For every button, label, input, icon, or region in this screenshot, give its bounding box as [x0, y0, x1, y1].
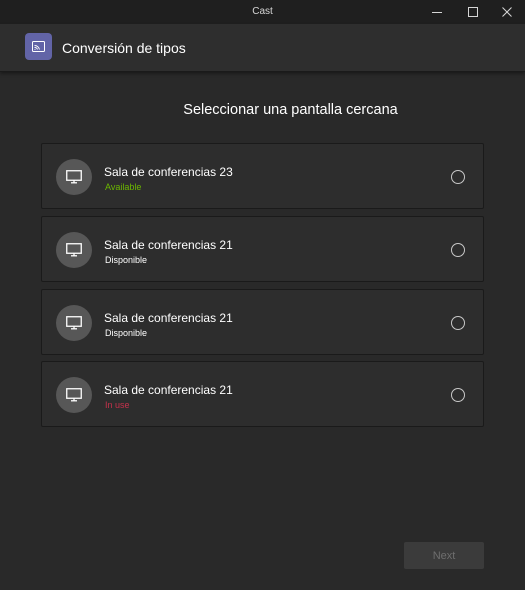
monitor-icon — [66, 388, 82, 402]
monitor-icon — [66, 316, 82, 330]
title-bar: Cast — [0, 0, 525, 24]
maximize-button[interactable] — [455, 0, 491, 24]
device-avatar — [56, 305, 92, 341]
minimize-icon — [432, 12, 442, 13]
device-card[interactable]: Sala de conferencias 21 Disponible — [41, 216, 484, 282]
device-status: Disponible — [105, 328, 148, 338]
app-icon — [25, 33, 52, 60]
app-header: Conversión de tipos — [0, 24, 525, 72]
device-name: Sala de conferencias 21 — [104, 383, 233, 397]
minimize-button[interactable] — [419, 0, 455, 24]
monitor-icon — [66, 243, 82, 257]
device-status: Available — [105, 182, 142, 192]
cast-icon — [32, 41, 45, 52]
device-status: Disponible — [105, 255, 148, 265]
device-avatar — [56, 377, 92, 413]
close-icon — [502, 7, 512, 17]
device-avatar — [56, 232, 92, 268]
device-radio[interactable] — [451, 170, 465, 184]
device-name: Sala de conferencias 21 — [104, 238, 233, 252]
device-card[interactable]: Sala de conferencias 21 Disponible — [41, 289, 484, 355]
app-name: Conversión de tipos — [62, 40, 186, 56]
page-title: Seleccionar una pantalla cercana — [183, 102, 398, 118]
device-radio[interactable] — [451, 316, 465, 330]
maximize-icon — [468, 7, 478, 17]
device-status: In use — [105, 400, 130, 410]
device-name: Sala de conferencias 21 — [104, 311, 233, 325]
device-card[interactable]: Sala de conferencias 21 In use — [41, 361, 484, 427]
device-avatar — [56, 159, 92, 195]
device-name: Sala de conferencias 23 — [104, 165, 233, 179]
next-button[interactable]: Next — [404, 542, 484, 569]
device-radio[interactable] — [451, 388, 465, 402]
monitor-icon — [66, 170, 82, 184]
device-card[interactable]: Sala de conferencias 23 Available — [41, 143, 484, 209]
device-radio[interactable] — [451, 243, 465, 257]
close-button[interactable] — [489, 0, 525, 24]
